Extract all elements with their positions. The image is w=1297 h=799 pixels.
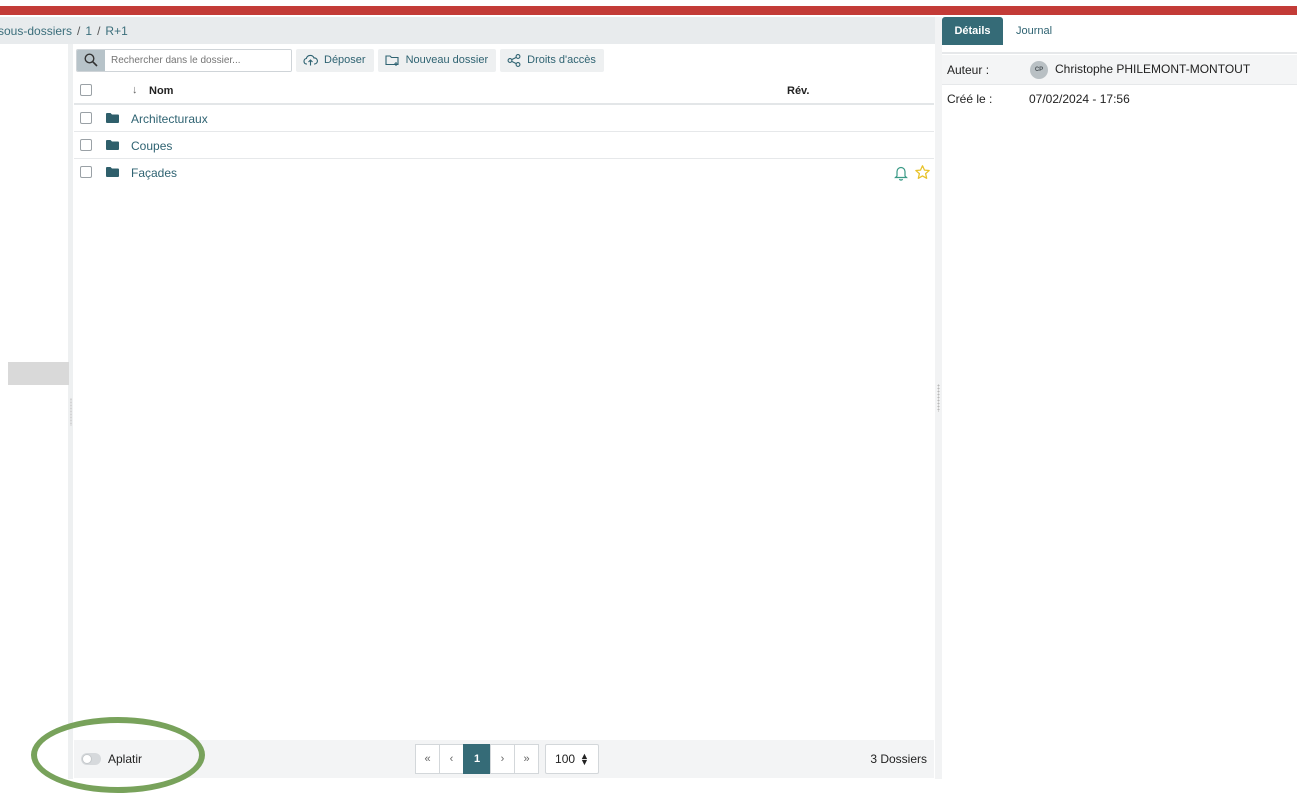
search-input[interactable] bbox=[105, 49, 291, 71]
select-all-checkbox[interactable] bbox=[80, 84, 92, 96]
breadcrumb: sous-dossiers / 1 / R+1 bbox=[0, 24, 128, 38]
table-row[interactable]: Façades bbox=[74, 159, 934, 186]
author-row: Auteur : CP Christophe PHILEMONT-MONTOUT bbox=[942, 55, 1297, 85]
row-checkbox[interactable] bbox=[80, 166, 92, 178]
new-folder-label: Nouveau dossier bbox=[405, 54, 489, 66]
row-checkbox[interactable] bbox=[80, 112, 92, 124]
table-row[interactable]: Coupes bbox=[74, 132, 934, 159]
tab-details[interactable]: Détails bbox=[942, 17, 1003, 45]
folder-icon bbox=[106, 140, 119, 150]
access-rights-label: Droits d'accès bbox=[527, 54, 596, 66]
first-page-button[interactable]: « bbox=[415, 744, 440, 774]
created-value: 07/02/2024 - 17:56 bbox=[1029, 92, 1130, 106]
search-button[interactable] bbox=[77, 49, 105, 71]
breadcrumb-item-current[interactable]: R+1 bbox=[105, 24, 127, 38]
breadcrumb-item-1[interactable]: 1 bbox=[85, 24, 92, 38]
column-header-revision[interactable]: Rév. bbox=[787, 85, 809, 97]
select-arrows-icon: ▲ ▼ bbox=[580, 751, 589, 767]
new-folder-button[interactable]: Nouveau dossier bbox=[377, 48, 497, 72]
tabs-underline bbox=[942, 52, 1297, 54]
per-page-select[interactable]: 100 ▲ ▼ bbox=[545, 744, 599, 774]
search-box bbox=[76, 48, 292, 72]
avatar: CP bbox=[1030, 61, 1048, 79]
upload-button[interactable]: Déposer bbox=[296, 48, 374, 72]
folder-icon bbox=[106, 113, 119, 123]
next-page-button[interactable]: › bbox=[490, 744, 515, 774]
folder-add-icon bbox=[385, 55, 399, 66]
breadcrumb-separator: / bbox=[97, 24, 101, 38]
breadcrumb-bar: sous-dossiers / 1 / R+1 bbox=[0, 17, 935, 44]
current-page-button[interactable]: 1 bbox=[463, 744, 491, 774]
star-icon[interactable] bbox=[914, 164, 931, 181]
cloud-upload-icon bbox=[303, 54, 318, 66]
author-name: Christophe PHILEMONT-MONTOUT bbox=[1055, 62, 1251, 76]
search-icon bbox=[84, 53, 98, 67]
table-header: ↓ Nom Rév. bbox=[74, 77, 934, 105]
breadcrumb-separator: / bbox=[77, 24, 81, 38]
prev-page-button[interactable]: ‹ bbox=[439, 744, 464, 774]
pagination: « ‹ 1 › » 100 ▲ ▼ bbox=[415, 744, 599, 774]
tab-journal[interactable]: Journal bbox=[1008, 17, 1060, 45]
top-accent-bar bbox=[0, 6, 1297, 15]
share-icon bbox=[507, 53, 521, 67]
per-page-value: 100 bbox=[555, 752, 576, 766]
column-header-name[interactable]: Nom bbox=[149, 85, 173, 97]
sort-icon[interactable]: ↓ bbox=[132, 84, 138, 96]
folder-icon bbox=[106, 167, 119, 177]
created-row: Créé le : 07/02/2024 - 17:56 bbox=[942, 84, 1297, 114]
left-resize-handle[interactable] bbox=[70, 398, 72, 426]
right-resize-handle[interactable] bbox=[937, 384, 940, 412]
folder-name-link[interactable]: Façades bbox=[131, 166, 177, 180]
access-rights-button[interactable]: Droits d'accès bbox=[500, 48, 604, 72]
annotation-highlight-ellipse bbox=[31, 717, 205, 793]
table-row[interactable]: Architecturaux bbox=[74, 105, 934, 132]
breadcrumb-item-parent[interactable]: sous-dossiers bbox=[0, 24, 72, 38]
row-checkbox[interactable] bbox=[80, 139, 92, 151]
bell-icon[interactable] bbox=[894, 165, 908, 181]
details-tabs: Détails Journal bbox=[942, 17, 1297, 47]
item-count: 3 Dossiers bbox=[870, 752, 927, 766]
folder-name-link[interactable]: Architecturaux bbox=[131, 112, 208, 126]
folder-name-link[interactable]: Coupes bbox=[131, 139, 172, 153]
left-panel-selected-item[interactable] bbox=[8, 362, 69, 385]
upload-label: Déposer bbox=[324, 54, 366, 66]
created-label: Créé le : bbox=[947, 92, 993, 106]
last-page-button[interactable]: » bbox=[514, 744, 539, 774]
author-label: Auteur : bbox=[947, 63, 990, 77]
folder-toolbar: Déposer Nouveau dossier Droits d'accès bbox=[76, 48, 604, 72]
